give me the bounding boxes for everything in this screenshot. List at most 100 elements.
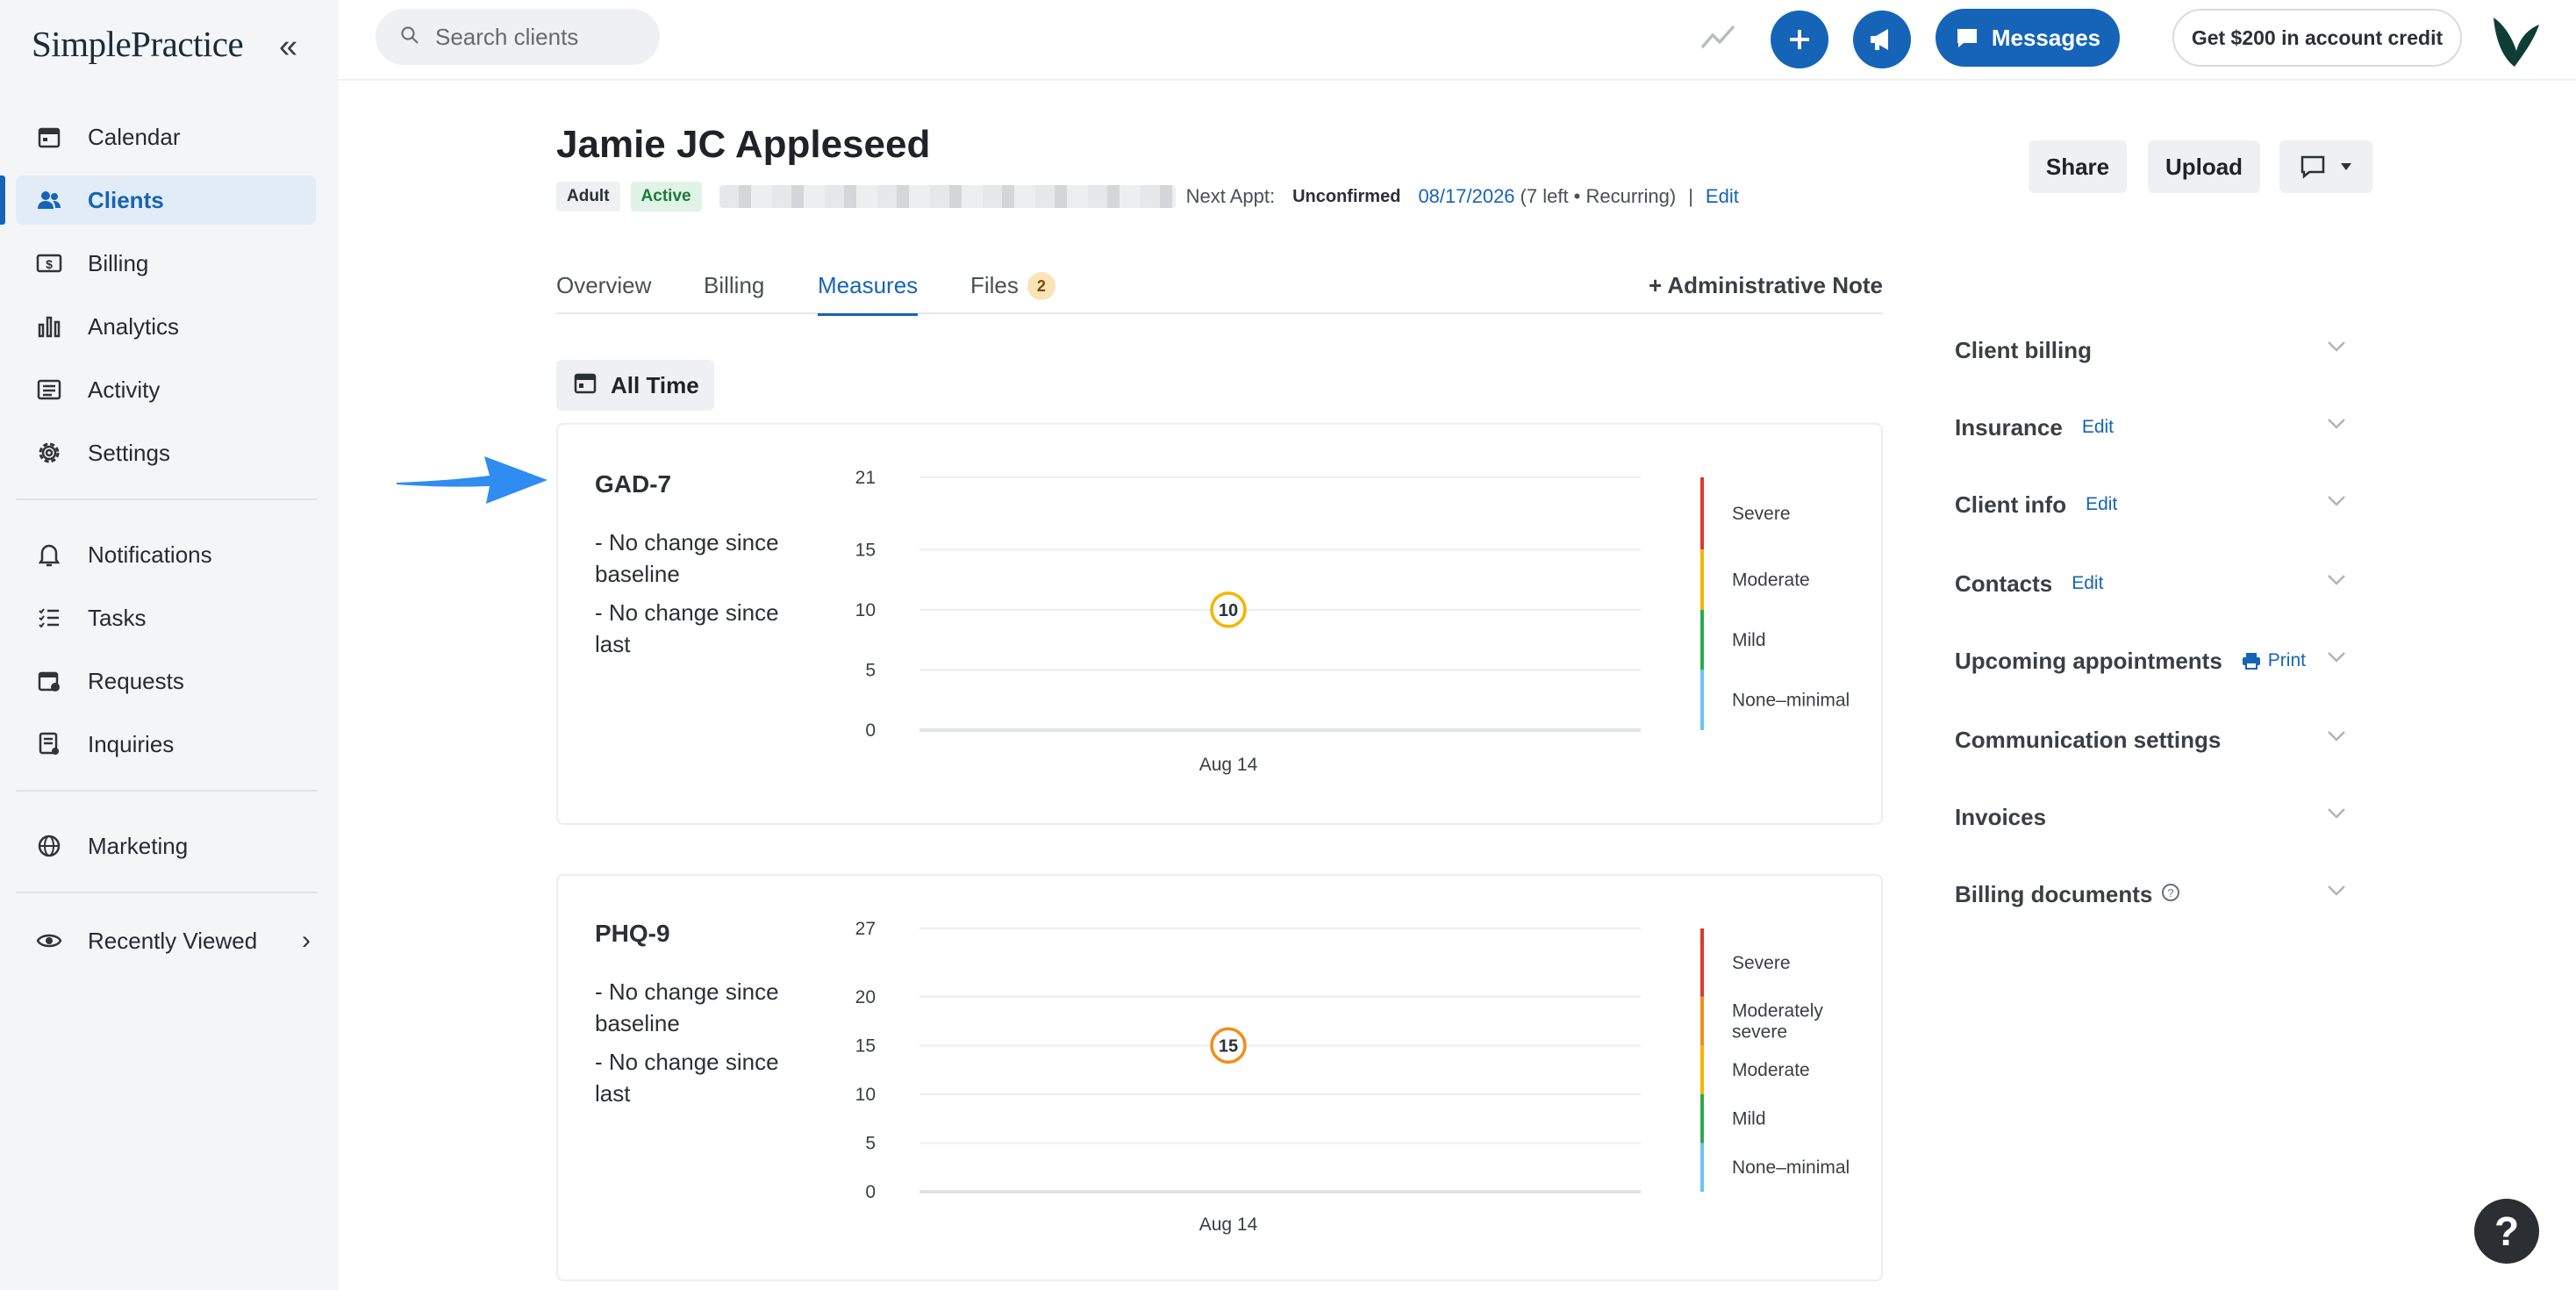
sidebar-item-billing[interactable]: $ Billing	[16, 239, 316, 288]
sidebar-item-label: Marketing	[88, 832, 189, 859]
meta-separator: |	[1688, 185, 1693, 207]
phq9-chart: 0 5 10 15 20 27 Severe Moderately severe Moderat…	[855, 919, 1850, 1235]
severity-band	[1700, 609, 1704, 670]
sidebar-item-tasks[interactable]: Tasks	[16, 593, 316, 642]
sidebar-item-label: Recently Viewed	[88, 927, 258, 954]
edit-client-info-link[interactable]: Edit	[2086, 494, 2117, 515]
help-button[interactable]: ?	[2474, 1199, 2539, 1264]
y-tick-label: 21	[855, 468, 876, 488]
section-invoices[interactable]: Invoices	[1955, 795, 2346, 839]
search-bar[interactable]	[376, 9, 660, 65]
severity-band	[1700, 1143, 1704, 1192]
chevron-down-icon[interactable]	[2327, 885, 2346, 901]
sidebar-item-inquiries[interactable]: Inquiries	[16, 720, 316, 769]
search-input[interactable]	[435, 23, 646, 51]
administrative-note-button[interactable]: + Administrative Note	[1649, 272, 1883, 299]
section-client-info[interactable]: Client info Edit	[1955, 483, 2346, 527]
sidebar-item-label: Calendar	[88, 123, 181, 150]
section-billing-documents[interactable]: Billing documents ?	[1955, 872, 2346, 916]
comment-menu-button[interactable]	[2279, 140, 2372, 193]
sidebar-item-recently-viewed[interactable]: Recently Viewed ›	[16, 916, 316, 965]
measure-card-phq9: PHQ-9 - No change since baseline - No ch…	[556, 874, 1883, 1281]
share-button[interactable]: Share	[2029, 140, 2127, 193]
section-title: Invoices	[1955, 803, 2047, 830]
sidebar-item-analytics[interactable]: Analytics	[16, 302, 316, 351]
trend-icon[interactable]	[1700, 21, 1735, 57]
measure-card-gad7: GAD-7 - No change since baseline - No ch…	[556, 423, 1883, 825]
chevron-down-icon[interactable]	[2327, 418, 2346, 434]
chevron-down-icon[interactable]	[2327, 730, 2346, 747]
sidebar-item-label: Activity	[88, 376, 161, 403]
plus-icon	[1790, 30, 1809, 49]
time-filter-button[interactable]: All Time	[556, 360, 714, 411]
files-count-badge: 2	[1027, 272, 1055, 300]
upload-button[interactable]: Upload	[2148, 140, 2260, 193]
globe-icon	[33, 830, 65, 862]
x-tick-label: Aug 14	[1199, 755, 1258, 775]
status-badge: Active	[630, 182, 702, 211]
x-tick-label: Aug 14	[1199, 1215, 1258, 1235]
y-tick-label: 10	[855, 600, 876, 620]
severity-band	[1700, 996, 1704, 1046]
data-point-label: 10	[1219, 601, 1238, 620]
appt-status: Unconfirmed	[1292, 186, 1401, 206]
client-name: Jamie JC Appleseed	[556, 123, 931, 166]
edit-contacts-link[interactable]: Edit	[2072, 573, 2103, 594]
chevron-down-icon[interactable]	[2327, 651, 2346, 668]
messages-button[interactable]: Messages	[1936, 9, 2120, 67]
section-client-billing[interactable]: Client billing	[1955, 328, 2346, 372]
calendar-icon	[574, 371, 597, 400]
legend-label: None–minimal	[1732, 691, 1850, 711]
announcements-button[interactable]	[1853, 11, 1911, 68]
section-title: Client info	[1955, 491, 2067, 518]
chevron-down-icon[interactable]	[2327, 495, 2346, 512]
user-avatar[interactable]	[2483, 11, 2544, 72]
sidebar-item-notifications[interactable]: Notifications	[16, 530, 316, 579]
account-credit-button[interactable]: Get $200 in account credit	[2172, 9, 2462, 67]
tab-files[interactable]: Files 2	[970, 272, 1055, 314]
y-tick-label: 0	[865, 1182, 876, 1202]
next-appt-label: Next Appt:	[1185, 185, 1276, 207]
section-insurance[interactable]: Insurance Edit	[1955, 405, 2346, 449]
sidebar-item-requests[interactable]: Requests	[16, 656, 316, 706]
sidebar-item-label: Tasks	[88, 604, 147, 631]
severity-band	[1700, 928, 1704, 997]
sidebar-item-activity[interactable]: Activity	[16, 365, 316, 414]
legend-label: Moderately severe	[1732, 1001, 1823, 1043]
eye-icon	[33, 925, 65, 957]
section-title: Insurance	[1955, 413, 2063, 441]
tab-measures[interactable]: Measures	[818, 272, 919, 316]
sidebar: SimplePractice « Calendar Clients $ Bill…	[0, 0, 339, 1290]
chevron-down-icon[interactable]	[2327, 574, 2346, 591]
sidebar-item-clients[interactable]: Clients	[0, 176, 316, 225]
add-button[interactable]	[1771, 11, 1828, 68]
print-label: Print	[2267, 650, 2306, 670]
sidebar-divider	[16, 892, 318, 893]
help-circle-icon[interactable]: ?	[2161, 883, 2180, 907]
edit-insurance-link[interactable]: Edit	[2082, 417, 2114, 438]
y-tick-label: 10	[855, 1085, 876, 1105]
appt-detail: (7 left • Recurring)	[1520, 185, 1677, 207]
collapse-sidebar-icon[interactable]: «	[279, 28, 297, 66]
svg-text:?: ?	[2168, 886, 2174, 899]
legend-label: Moderate	[1732, 1060, 1810, 1080]
section-communication-settings[interactable]: Communication settings	[1955, 718, 2346, 762]
legend-label: Moderate	[1732, 570, 1810, 591]
chevron-right-icon: ›	[302, 926, 311, 955]
tab-overview[interactable]: Overview	[556, 272, 651, 314]
sidebar-item-calendar[interactable]: Calendar	[16, 112, 316, 161]
section-upcoming-appointments[interactable]: Upcoming appointments Print	[1955, 639, 2346, 683]
sidebar-item-settings[interactable]: Settings	[16, 428, 316, 477]
sidebar-item-label: Clients	[88, 186, 164, 213]
section-contacts[interactable]: Contacts Edit	[1955, 562, 2346, 606]
chevron-down-icon[interactable]	[2327, 807, 2346, 824]
print-appointments-link[interactable]: Print	[2242, 650, 2306, 671]
calendar-plus-icon	[33, 665, 65, 697]
time-filter-label: All Time	[611, 371, 699, 398]
edit-appt-link[interactable]: Edit	[1706, 185, 1739, 208]
tab-billing[interactable]: Billing	[704, 272, 764, 314]
sidebar-item-marketing[interactable]: Marketing	[16, 821, 316, 871]
chevron-down-icon[interactable]	[2327, 340, 2346, 357]
app-logo[interactable]: SimplePractice	[32, 23, 244, 65]
appt-date-link[interactable]: 08/17/2026	[1418, 185, 1514, 208]
